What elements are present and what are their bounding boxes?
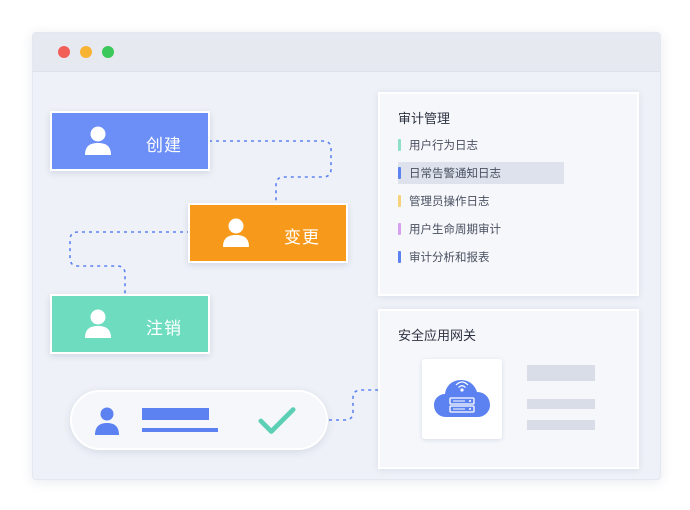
close-window-button[interactable] bbox=[58, 46, 70, 58]
cancel-step-label: 注销 bbox=[146, 319, 182, 339]
log-color-marker bbox=[398, 167, 401, 179]
log-item-label: 审计分析和报表 bbox=[409, 250, 490, 264]
log-color-marker bbox=[398, 223, 401, 235]
log-item-lifecycle-audit[interactable]: 用户生命周期审计 bbox=[398, 218, 558, 240]
gateway-panel-title: 安全应用网关 bbox=[398, 329, 477, 344]
log-color-marker bbox=[398, 195, 401, 207]
window-content: 创建 变更 注销 审计管理 用户行为日志 日常告警通知日志 管理员操作日志 用户… bbox=[33, 72, 660, 479]
minimize-window-button[interactable] bbox=[80, 46, 92, 58]
gateway-info-placeholder-1 bbox=[527, 365, 595, 381]
check-icon bbox=[258, 407, 296, 434]
log-color-marker bbox=[398, 139, 401, 151]
cloud-server-icon bbox=[434, 380, 490, 417]
log-item-label: 用户行为日志 bbox=[409, 138, 478, 152]
change-step-card[interactable]: 变更 bbox=[188, 203, 348, 263]
maximize-window-button[interactable] bbox=[102, 46, 114, 58]
log-item-user-behavior[interactable]: 用户行为日志 bbox=[398, 134, 558, 156]
result-pill bbox=[70, 390, 328, 450]
user-icon bbox=[85, 309, 111, 338]
user-icon bbox=[95, 407, 119, 435]
log-item-label: 用户生命周期审计 bbox=[409, 222, 501, 236]
gateway-info-placeholder-2 bbox=[527, 399, 595, 409]
log-item-admin-operation[interactable]: 管理员操作日志 bbox=[398, 190, 558, 212]
log-color-marker bbox=[398, 251, 401, 263]
create-step-label: 创建 bbox=[146, 136, 182, 156]
audit-panel-title: 审计管理 bbox=[398, 112, 451, 127]
change-step-label: 变更 bbox=[284, 228, 320, 248]
gateway-info-placeholder-3 bbox=[527, 420, 595, 430]
create-step-card[interactable]: 创建 bbox=[50, 111, 210, 171]
log-item-label: 管理员操作日志 bbox=[409, 194, 490, 208]
detail-placeholder-bar bbox=[142, 428, 218, 432]
audit-management-panel: 审计管理 用户行为日志 日常告警通知日志 管理员操作日志 用户生命周期审计 审计… bbox=[378, 92, 639, 296]
user-icon bbox=[85, 126, 111, 155]
app-window: 创建 变更 注销 审计管理 用户行为日志 日常告警通知日志 管理员操作日志 用户… bbox=[32, 32, 661, 480]
name-placeholder-bar bbox=[142, 408, 209, 420]
log-item-alert-notification[interactable]: 日常告警通知日志 bbox=[398, 162, 564, 184]
gateway-icon-tile[interactable] bbox=[422, 359, 502, 439]
user-icon bbox=[223, 218, 249, 247]
cancel-step-card[interactable]: 注销 bbox=[50, 294, 210, 354]
security-gateway-panel: 安全应用网关 bbox=[378, 309, 639, 469]
window-titlebar bbox=[33, 33, 660, 72]
log-item-audit-report[interactable]: 审计分析和报表 bbox=[398, 246, 558, 268]
log-item-label: 日常告警通知日志 bbox=[409, 166, 501, 180]
